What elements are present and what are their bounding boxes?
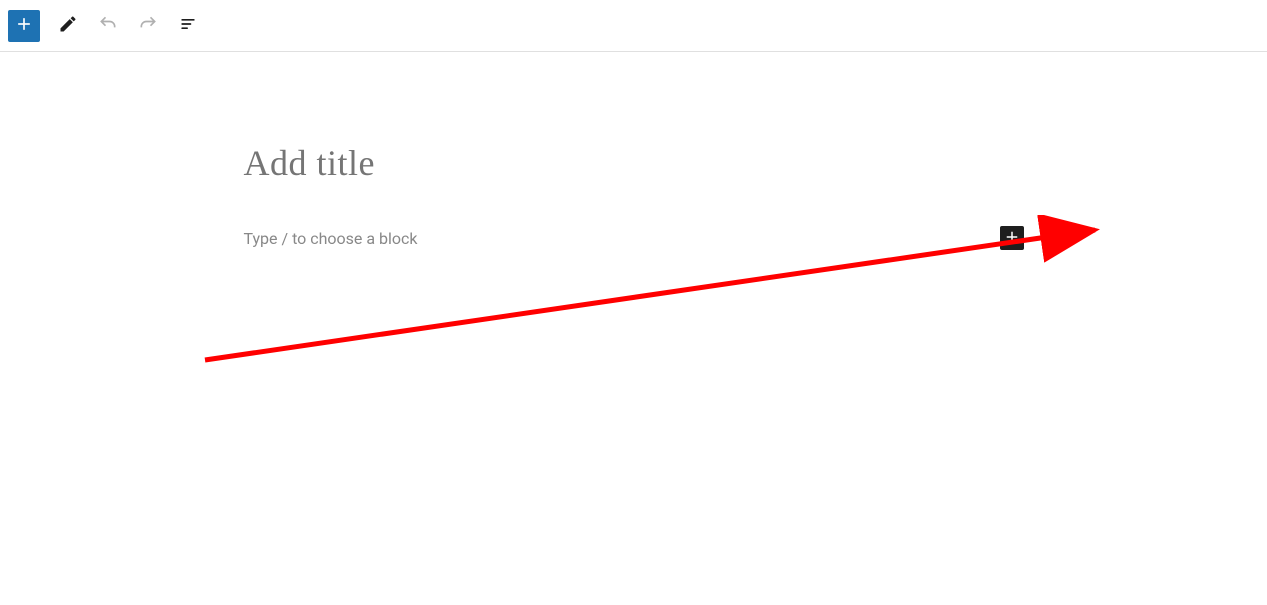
edit-tools-button[interactable] [50,8,86,44]
inline-add-block-button[interactable] [1000,226,1024,250]
document-outline-button[interactable] [170,8,206,44]
outline-icon [178,14,198,37]
block-body-input[interactable]: Type / to choose a block [244,229,1000,248]
editor-canvas: Add title Type / to choose a block [0,52,1267,250]
redo-button[interactable] [130,8,166,44]
default-block-row: Type / to choose a block [244,226,1024,250]
add-block-button[interactable] [8,10,40,42]
undo-button[interactable] [90,8,126,44]
pencil-icon [58,14,78,37]
plus-icon [1003,228,1021,249]
editor-toolbar [0,0,1267,52]
redo-icon [138,14,158,37]
post-title-input[interactable]: Add title [244,142,1024,184]
editor-content: Add title Type / to choose a block [224,142,1044,250]
undo-icon [98,14,118,37]
plus-icon [14,14,34,37]
